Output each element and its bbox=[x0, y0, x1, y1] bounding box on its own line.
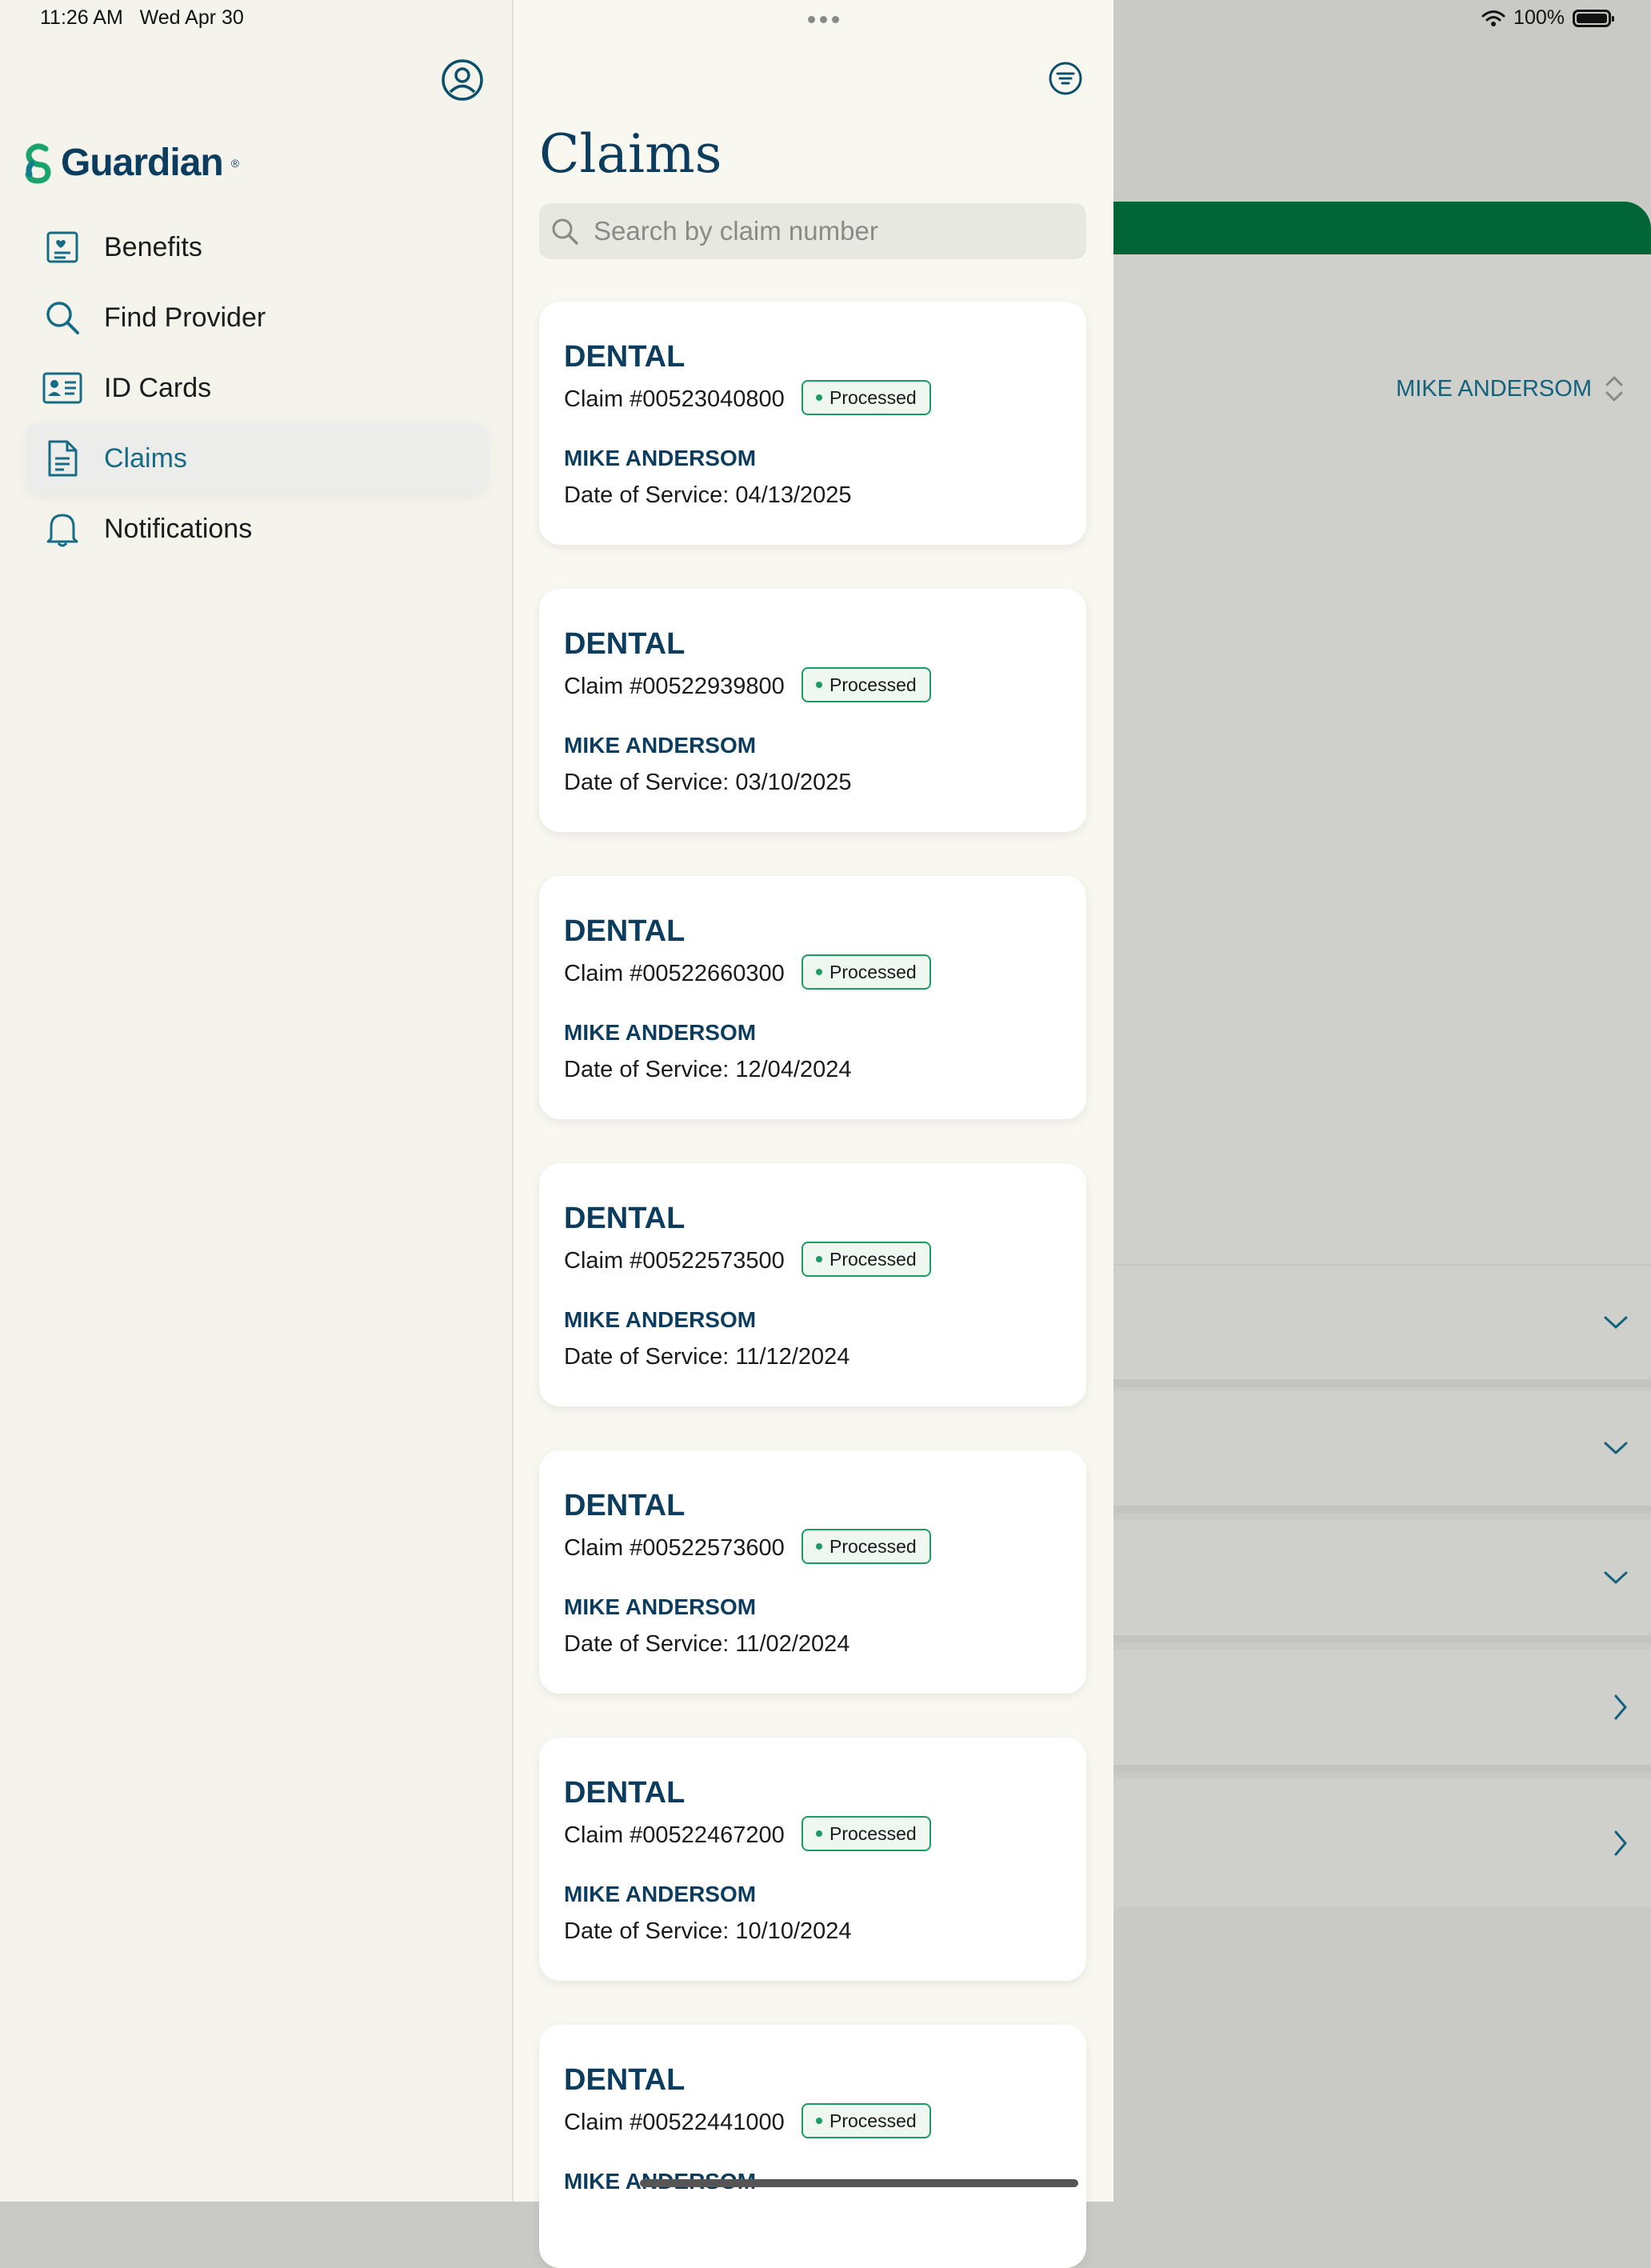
claim-number: Claim #00523040800 bbox=[564, 386, 785, 412]
status-badge: Processed bbox=[802, 380, 931, 415]
claim-number: Claim #00522573500 bbox=[564, 1248, 785, 1274]
filter-icon bbox=[1049, 62, 1082, 95]
sidebar-item-find-provider[interactable]: Find Provider bbox=[26, 282, 488, 353]
status-bar-time-overlay: 11:26 AM Wed Apr 30 bbox=[40, 6, 244, 30]
search-icon bbox=[42, 297, 83, 338]
sidebar-item-label: Benefits bbox=[104, 231, 202, 262]
member-name: MIKE ANDERSOM bbox=[564, 446, 757, 470]
guardian-logo: Guardian ® bbox=[24, 141, 239, 185]
document-icon bbox=[42, 438, 83, 479]
status-badge: Processed bbox=[802, 2103, 931, 2138]
bell-icon bbox=[42, 508, 83, 550]
claim-card[interactable]: DENTAL Claim #00522467200 Processed MIKE… bbox=[539, 1738, 1086, 1981]
chevron-right-icon bbox=[1614, 1830, 1627, 1856]
detail-content bbox=[1113, 254, 1651, 1264]
chevron-down-icon bbox=[1604, 1571, 1628, 1584]
status-time: 11:26 AM bbox=[40, 6, 123, 29]
service-date: Date of Service: 12/04/2024 bbox=[564, 1057, 852, 1082]
sidebar-item-id-cards[interactable]: ID Cards bbox=[26, 353, 488, 423]
claim-type: DENTAL bbox=[564, 1776, 686, 1810]
status-label: Processed bbox=[829, 386, 917, 408]
service-date: Date of Service: 10/10/2024 bbox=[564, 1918, 852, 1944]
detail-row[interactable] bbox=[1113, 1390, 1651, 1514]
status-badge: Processed bbox=[802, 1529, 931, 1564]
claim-card[interactable]: DENTAL Claim #00522660300 Processed MIKE… bbox=[539, 876, 1086, 1119]
claim-type: DENTAL bbox=[564, 340, 686, 374]
service-date: Date of Service: 11/02/2024 bbox=[564, 1631, 850, 1657]
member-name: MIKE ANDERSOM bbox=[564, 733, 757, 758]
claim-card[interactable]: DENTAL Claim #00522573500 Processed MIKE… bbox=[539, 1163, 1086, 1406]
logo-text: Guardian bbox=[61, 142, 224, 184]
header-banner bbox=[1113, 202, 1651, 254]
member-name: MIKE ANDERSOM bbox=[564, 1882, 757, 1906]
search-icon bbox=[552, 218, 578, 245]
battery-percent: 100% bbox=[1513, 6, 1565, 29]
search-input[interactable]: Search by claim number bbox=[539, 203, 1086, 259]
claim-type: DENTAL bbox=[564, 1202, 686, 1235]
chevron-up-down-icon bbox=[1605, 376, 1623, 402]
page-title: Claims bbox=[539, 123, 722, 185]
member-name: MIKE ANDERSOM bbox=[564, 1594, 757, 1619]
battery-icon bbox=[1573, 9, 1614, 27]
status-badge: Processed bbox=[802, 1242, 931, 1277]
chevron-down-icon bbox=[1604, 1442, 1628, 1454]
sidebar-item-label: ID Cards bbox=[104, 372, 212, 403]
member-selector-label: MIKE ANDERSOM bbox=[1396, 375, 1592, 402]
detail-row[interactable] bbox=[1113, 1264, 1651, 1387]
sidebar-item-label: Notifications bbox=[104, 513, 253, 544]
profile-icon bbox=[442, 59, 483, 101]
claim-card[interactable]: DENTAL Claim #00522441000 Processed MIKE… bbox=[539, 2025, 1086, 2268]
status-badge: Processed bbox=[802, 954, 931, 990]
claim-card[interactable]: DENTAL Claim #00523040800 Processed MIKE… bbox=[539, 302, 1086, 545]
detail-row[interactable] bbox=[1113, 1779, 1651, 1907]
guardian-logo-mark bbox=[25, 143, 51, 184]
profile-button[interactable] bbox=[440, 58, 485, 102]
status-date: Wed Apr 30 bbox=[139, 6, 244, 29]
service-date: Date of Service: 11/12/2024 bbox=[564, 1344, 850, 1370]
status-label: Processed bbox=[829, 1822, 917, 1844]
detail-row[interactable] bbox=[1113, 1650, 1651, 1773]
service-date: Date of Service: 04/13/2025 bbox=[564, 482, 852, 508]
multitasking-dots[interactable] bbox=[808, 16, 839, 23]
claim-number: Claim #00522467200 bbox=[564, 1822, 785, 1848]
sidebar-item-claims[interactable]: Claims bbox=[26, 423, 488, 494]
home-indicator[interactable] bbox=[640, 2179, 1078, 2187]
service-date: Date of Service: 03/10/2025 bbox=[564, 770, 852, 795]
benefits-icon bbox=[42, 226, 83, 268]
claim-number: Claim #00522660300 bbox=[564, 961, 785, 986]
claim-number: Claim #00522939800 bbox=[564, 674, 785, 699]
status-label: Processed bbox=[829, 1535, 917, 1557]
status-label: Processed bbox=[829, 1248, 917, 1270]
detail-row[interactable] bbox=[1113, 1520, 1651, 1643]
claim-type: DENTAL bbox=[564, 1489, 686, 1522]
member-name: MIKE ANDERSOM bbox=[564, 1307, 757, 1332]
claim-card[interactable]: DENTAL Claim #00522573600 Processed MIKE… bbox=[539, 1450, 1086, 1694]
claim-card[interactable]: DENTAL Claim #00522939800 Processed MIKE… bbox=[539, 589, 1086, 832]
search-placeholder: Search by claim number bbox=[594, 216, 878, 246]
status-badge: Processed bbox=[802, 1816, 931, 1851]
sidebar-nav: Benefits Find Provider ID Cards Claims N… bbox=[26, 212, 488, 564]
sidebar-item-label: Claims bbox=[104, 442, 187, 474]
chevron-right-icon bbox=[1614, 1694, 1627, 1720]
id-card-icon bbox=[42, 367, 83, 409]
status-label: Processed bbox=[829, 674, 917, 695]
sidebar-item-benefits[interactable]: Benefits bbox=[26, 212, 488, 282]
status-badge: Processed bbox=[802, 667, 931, 702]
chevron-down-icon bbox=[1604, 1316, 1628, 1329]
sidebar-item-label: Find Provider bbox=[104, 302, 266, 333]
logo-registered-mark: ® bbox=[230, 156, 240, 170]
claim-type: DENTAL bbox=[564, 2063, 686, 2097]
claim-number: Claim #00522441000 bbox=[564, 2110, 785, 2135]
status-bar-right: 100% bbox=[1481, 6, 1614, 30]
sidebar-item-notifications[interactable]: Notifications bbox=[26, 494, 488, 564]
wifi-icon bbox=[1481, 10, 1505, 26]
claim-number: Claim #00522573600 bbox=[564, 1535, 785, 1561]
member-name: MIKE ANDERSOM bbox=[564, 1020, 757, 1045]
status-label: Processed bbox=[829, 961, 917, 982]
claim-type: DENTAL bbox=[564, 627, 686, 661]
member-selector[interactable]: MIKE ANDERSOM bbox=[1396, 373, 1625, 405]
filter-button[interactable] bbox=[1048, 61, 1083, 96]
claim-type: DENTAL bbox=[564, 914, 686, 948]
status-label: Processed bbox=[829, 2110, 917, 2131]
